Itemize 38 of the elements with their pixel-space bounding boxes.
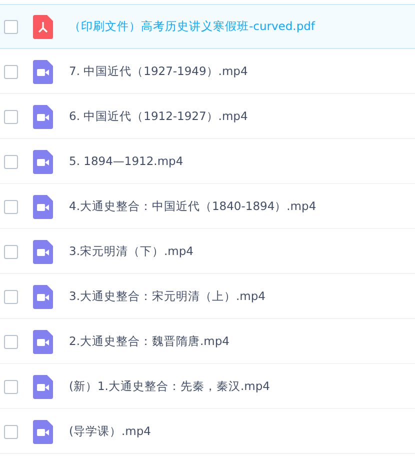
file-row[interactable]: (新）1.大通史整合：先秦，秦汉.mp4 xyxy=(0,364,415,409)
video-file-icon xyxy=(33,284,53,308)
checkbox[interactable] xyxy=(4,110,18,124)
file-row[interactable]: 2.大通史整合：魏晋隋唐.mp4 xyxy=(0,319,415,364)
file-row[interactable]: 7. 中国近代（1927-1949）.mp4 xyxy=(0,49,415,94)
file-name[interactable]: (新）1.大通史整合：先秦，秦汉.mp4 xyxy=(69,378,270,396)
video-file-icon xyxy=(33,194,53,218)
file-row[interactable]: 3.大通史整合：宋元明清（上）.mp4 xyxy=(0,274,415,319)
video-file-icon xyxy=(33,150,53,174)
file-row[interactable]: 3.宋元明清（下）.mp4 xyxy=(0,229,415,274)
video-file-icon xyxy=(33,104,53,128)
checkbox[interactable] xyxy=(4,244,18,258)
file-row[interactable]: 4.大通史整合：中国近代（1840-1894）.mp4 xyxy=(0,184,415,229)
checkbox[interactable] xyxy=(4,64,18,78)
file-name[interactable]: 3.宋元明清（下）.mp4 xyxy=(69,242,194,260)
checkbox[interactable] xyxy=(4,334,18,348)
checkbox[interactable] xyxy=(4,200,18,214)
file-row[interactable]: 5. 1894—1912.mp4 xyxy=(0,139,415,184)
file-name[interactable]: 2.大通史整合：魏晋隋唐.mp4 xyxy=(69,332,230,350)
pdf-file-icon xyxy=(33,14,53,38)
video-file-icon xyxy=(33,240,53,264)
video-file-icon xyxy=(33,374,53,398)
file-row[interactable]: (导学课）.mp4 xyxy=(0,409,415,454)
file-row[interactable]: 6. 中国近代（1912-1927）.mp4 xyxy=(0,94,415,139)
checkbox[interactable] xyxy=(4,154,18,168)
checkbox[interactable] xyxy=(4,380,18,394)
file-name[interactable]: 6. 中国近代（1912-1927）.mp4 xyxy=(69,108,248,126)
checkbox[interactable] xyxy=(4,290,18,304)
file-name[interactable]: 4.大通史整合：中国近代（1840-1894）.mp4 xyxy=(69,198,316,216)
file-name[interactable]: 7. 中国近代（1927-1949）.mp4 xyxy=(69,62,248,80)
video-file-icon xyxy=(33,420,53,444)
file-name[interactable]: 3.大通史整合：宋元明清（上）.mp4 xyxy=(69,288,266,306)
video-file-icon xyxy=(33,330,53,354)
video-file-icon xyxy=(33,60,53,84)
file-name[interactable]: (导学课）.mp4 xyxy=(69,422,151,440)
checkbox[interactable] xyxy=(4,20,18,34)
file-name[interactable]: 5. 1894—1912.mp4 xyxy=(69,152,184,170)
checkbox[interactable] xyxy=(4,424,18,438)
